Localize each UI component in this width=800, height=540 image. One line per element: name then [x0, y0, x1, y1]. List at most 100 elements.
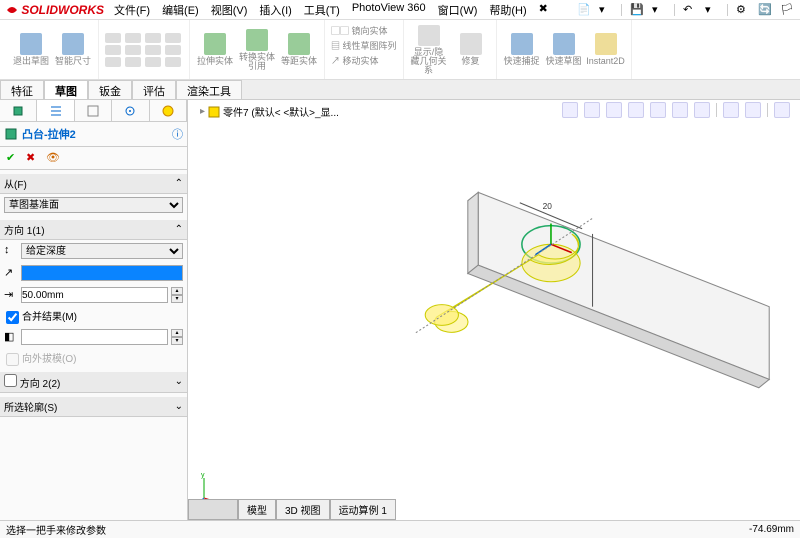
tab-3dview[interactable]: 3D 视图 [276, 499, 330, 520]
slot-icon[interactable] [125, 45, 141, 55]
open-icon[interactable]: ▾ [599, 3, 613, 17]
menu-help[interactable]: 帮助(H) [489, 2, 526, 18]
end-condition-dropdown[interactable]: 给定深度 [21, 243, 183, 259]
text-icon[interactable] [105, 57, 121, 67]
instant2d-button[interactable]: Instant2D [587, 25, 625, 75]
hide-show-icon[interactable] [694, 102, 710, 118]
draft-icon[interactable]: ◧ [4, 330, 18, 344]
dimxpert-tab[interactable] [112, 100, 149, 121]
display-tab[interactable] [150, 100, 187, 121]
display-style-icon[interactable] [672, 102, 688, 118]
menu-pin-icon[interactable]: ✖ [539, 2, 548, 18]
merge-result-checkbox[interactable]: 合并结果(M) [6, 312, 77, 323]
tab-blank[interactable] [188, 499, 238, 520]
menu-insert[interactable]: 插入(I) [259, 2, 291, 18]
from-section-header[interactable]: 从(F)⌃ [0, 174, 187, 194]
section-view-icon[interactable] [628, 102, 644, 118]
cancel-button[interactable]: ✖ [26, 151, 40, 165]
feature-tree-tab[interactable] [0, 100, 37, 121]
point-icon[interactable] [165, 45, 181, 55]
new-icon[interactable]: 📄 [577, 3, 591, 17]
preview-button[interactable]: 👁 [46, 151, 60, 165]
contours-header[interactable]: 所选轮廓(S)⌄ [0, 397, 187, 417]
breadcrumb[interactable]: ▸ 零件7 (默认< <默认>_显... [200, 104, 339, 119]
direction2-checkbox[interactable] [4, 374, 17, 387]
rebuild-icon[interactable]: ▾ [705, 3, 719, 17]
flag-icon[interactable]: 🏳 [780, 3, 794, 17]
prev-view-icon[interactable] [606, 102, 622, 118]
rapid-sketch-button[interactable]: 快速草图 [545, 25, 583, 75]
menu-tools[interactable]: 工具(T) [304, 2, 340, 18]
ellipse-icon[interactable] [125, 57, 141, 67]
draft-up[interactable]: ▴ [171, 329, 183, 337]
print-icon[interactable]: ▾ [652, 3, 666, 17]
line-icon[interactable] [105, 33, 121, 43]
help-icon[interactable]: ⓘ [172, 126, 183, 142]
menu-file[interactable]: 文件(F) [114, 2, 150, 18]
depth-up[interactable]: ▴ [171, 287, 183, 295]
show-relations-button[interactable]: 显示/隐藏几何关系 [410, 25, 448, 75]
depth-input[interactable] [21, 287, 168, 303]
status-hint: 选择一把手来修改参数 [6, 522, 106, 537]
move-entities-button[interactable]: ↗ 移动实体 [331, 54, 379, 67]
property-manager-tab[interactable] [37, 100, 74, 121]
quick-snap-button[interactable]: 快速捕捉 [503, 25, 541, 75]
menu-view[interactable]: 视图(V) [211, 2, 248, 18]
direction-vector-icon[interactable]: ↗ [4, 266, 18, 280]
scene-icon[interactable] [745, 102, 761, 118]
save-icon[interactable]: 💾 [630, 3, 644, 17]
trim-icon[interactable] [165, 57, 181, 67]
tab-evaluate[interactable]: 评估 [132, 80, 176, 99]
direction1-header[interactable]: 方向 1(1)⌃ [0, 220, 187, 240]
mirror-entities-button[interactable]: ▢▢ 镜向实体 [331, 24, 388, 37]
menu-edit[interactable]: 编辑(E) [162, 2, 199, 18]
feature-header: 凸台-拉伸2 ⓘ [0, 122, 187, 147]
zoom-fit-icon[interactable] [562, 102, 578, 118]
draft-down[interactable]: ▾ [171, 337, 183, 345]
fillet-icon[interactable] [145, 57, 161, 67]
tab-sheetmetal[interactable]: 钣金 [88, 80, 132, 99]
status-bar: 选择一把手来修改参数 -74.69mm [0, 520, 800, 538]
refresh-icon[interactable]: 🔄 [758, 3, 772, 17]
extrude-entity-button[interactable]: 拉伸实体 [196, 25, 234, 75]
depth-icon: ⇥ [4, 288, 18, 302]
breadcrumb-part[interactable]: 零件7 (默认< <默认>_显... [223, 104, 339, 119]
draft-input[interactable] [21, 329, 168, 345]
reverse-direction-icon[interactable]: ↕ [4, 244, 18, 258]
offset-entity-button[interactable]: 等距实体 [280, 25, 318, 75]
fix-button[interactable]: 修复 [452, 25, 490, 75]
zoom-area-icon[interactable] [584, 102, 600, 118]
arc-icon[interactable] [145, 33, 161, 43]
tab-motion-study[interactable]: 运动算例 1 [330, 499, 396, 520]
ok-button[interactable]: ✔ [6, 151, 20, 165]
direction2-header[interactable]: 方向 2(2)⌄ [0, 372, 187, 393]
tab-render[interactable]: 渲染工具 [176, 80, 242, 99]
convert-entity-button[interactable]: 转换实体引用 [238, 25, 276, 75]
menu-window[interactable]: 窗口(W) [438, 2, 478, 18]
rect-icon[interactable] [105, 45, 121, 55]
tab-model[interactable]: 模型 [238, 499, 276, 520]
exit-sketch-button[interactable]: 退出草图 [12, 25, 50, 75]
separator [767, 103, 768, 117]
tab-sketch[interactable]: 草图 [44, 80, 88, 99]
smart-dimension-button[interactable]: 智能尺寸 [54, 25, 92, 75]
graphics-viewport[interactable]: ▸ 零件7 (默认< <默认>_显... [188, 100, 800, 520]
tab-features[interactable]: 特征 [0, 80, 44, 99]
menu-photoview[interactable]: PhotoView 360 [352, 2, 426, 18]
svg-text:20: 20 [543, 201, 553, 211]
view-settings-icon[interactable] [774, 102, 790, 118]
appearance-icon[interactable] [723, 102, 739, 118]
options-icon[interactable]: ⚙ [736, 3, 750, 17]
view-orientation-icon[interactable] [650, 102, 666, 118]
from-dropdown[interactable]: 草图基准面 [4, 197, 183, 213]
linear-pattern-button[interactable]: ▤ 线性草图阵列 [331, 39, 397, 52]
undo-icon[interactable]: ↶ [683, 3, 697, 17]
polygon-icon[interactable] [145, 45, 161, 55]
depth-down[interactable]: ▾ [171, 295, 183, 303]
collapse-icon: ⌃ [175, 224, 183, 235]
circle-icon[interactable] [125, 33, 141, 43]
direction-input[interactable] [21, 265, 183, 281]
spline-icon[interactable] [165, 33, 181, 43]
config-tab[interactable] [75, 100, 112, 121]
confirm-bar: ✔ ✖ 👁 [0, 147, 187, 170]
